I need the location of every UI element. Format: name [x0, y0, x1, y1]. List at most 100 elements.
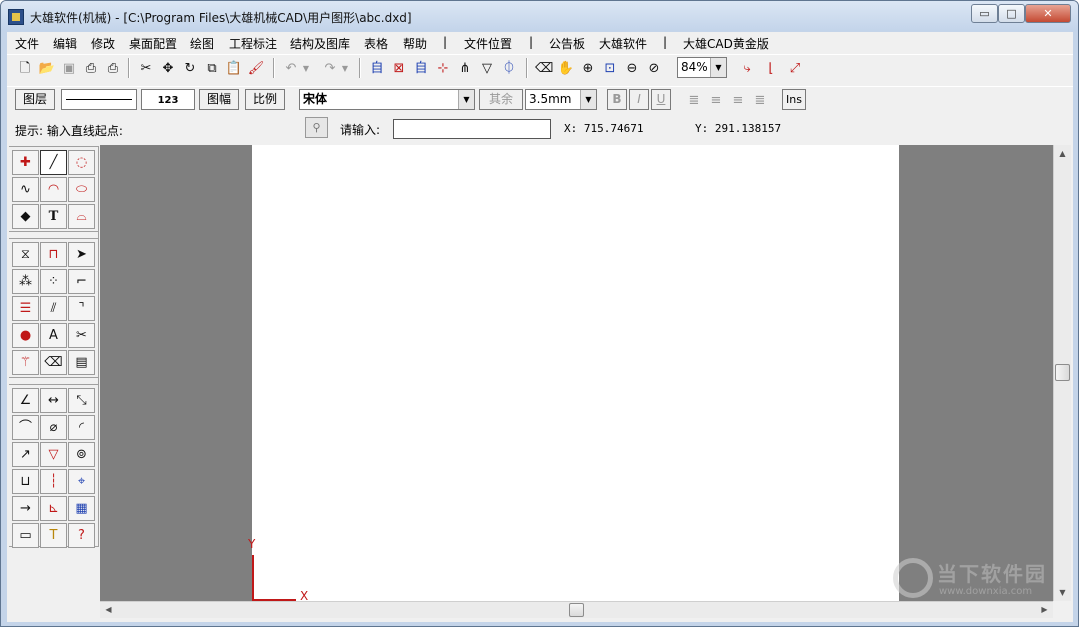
center-line-icon[interactable]: ┆: [40, 469, 67, 494]
command-input[interactable]: [393, 119, 551, 139]
table-icon[interactable]: ▦: [68, 496, 95, 521]
font-select[interactable]: 宋体 ▼: [299, 89, 475, 110]
help-icon[interactable]: ?: [68, 523, 95, 548]
arc-icon[interactable]: ◠: [40, 177, 67, 202]
redo-icon[interactable]: ↷: [320, 57, 340, 78]
line-icon[interactable]: ╱: [40, 150, 67, 175]
menu-modify[interactable]: 修改: [91, 35, 115, 52]
auto-layout-icon[interactable]: ⊠: [389, 57, 409, 78]
zoom-realtime-icon[interactable]: ✋: [556, 57, 576, 78]
arc-dim-icon[interactable]: ⌒: [12, 415, 39, 440]
text-size-select[interactable]: 3.5mm ▼: [525, 89, 597, 110]
bolt-icon[interactable]: T: [40, 523, 67, 548]
hatch-icon[interactable]: ◆: [12, 204, 39, 229]
rotate-icon[interactable]: ↻: [180, 57, 200, 78]
tolerance-icon[interactable]: ⌖: [68, 469, 95, 494]
properties-icon[interactable]: ▤: [68, 350, 95, 375]
menu-gold-edition[interactable]: 大雄CAD黄金版: [683, 35, 769, 52]
maximize-button[interactable]: □: [998, 4, 1025, 23]
vertical-scrollbar[interactable]: ▲ ▼: [1053, 145, 1071, 601]
datum-icon[interactable]: ⊚: [68, 442, 95, 467]
insert-button[interactable]: Ins: [782, 89, 806, 110]
ellipse-icon[interactable]: ⬭: [68, 177, 95, 202]
copy-icon[interactable]: ⧉: [202, 57, 222, 78]
auto-icon[interactable]: 自: [367, 57, 387, 78]
orthogonal-icon[interactable]: ⏀: [499, 57, 519, 78]
redo-dropdown-icon[interactable]: ▼: [340, 57, 350, 78]
text-icon[interactable]: T: [40, 204, 67, 229]
auto-align-icon[interactable]: 自: [411, 57, 431, 78]
roughness-icon[interactable]: ▽: [40, 442, 67, 467]
print-preview-icon[interactable]: ⎙: [81, 57, 101, 78]
diameter-dim-icon[interactable]: ⌀: [40, 415, 67, 440]
vertical-scroll-thumb[interactable]: [1055, 364, 1070, 381]
filter-icon[interactable]: ⚲: [305, 117, 328, 138]
horizontal-scroll-thumb[interactable]: [569, 603, 584, 617]
menu-daxiong-software[interactable]: 大雄软件: [599, 35, 647, 52]
chevron-down-icon[interactable]: ▼: [458, 90, 474, 109]
minimize-button[interactable]: ▭: [971, 4, 998, 23]
bold-button[interactable]: B: [607, 89, 627, 110]
cut-icon[interactable]: ✂: [136, 57, 156, 78]
dimension-style-button[interactable]: 123: [141, 89, 195, 110]
zoom-select[interactable]: 84% ▼: [677, 57, 727, 78]
brush-icon[interactable]: 🖌: [246, 57, 266, 78]
trim-icon[interactable]: ⫽: [40, 296, 67, 321]
angle-dim-icon[interactable]: ∠: [12, 388, 39, 413]
spline-icon[interactable]: ∿: [12, 177, 39, 202]
coordinate-dim-icon[interactable]: ⊾: [40, 496, 67, 521]
menu-bulletin[interactable]: 公告板: [549, 35, 585, 52]
pan-icon[interactable]: ✥: [158, 57, 178, 78]
eraser-icon[interactable]: ⌫: [40, 350, 67, 375]
polygon-arc-icon[interactable]: ⌓: [68, 204, 95, 229]
erase-icon[interactable]: ⌫: [534, 57, 554, 78]
undo-dropdown-icon[interactable]: ▼: [301, 57, 311, 78]
rectangle-icon[interactable]: ▭: [12, 523, 39, 548]
boolean-icon[interactable]: ●: [12, 323, 39, 348]
scroll-left-icon[interactable]: ◀: [100, 602, 117, 618]
aligned-dim-icon[interactable]: ⤡: [68, 388, 95, 413]
scroll-up-icon[interactable]: ▲: [1054, 145, 1071, 162]
drawing-workspace[interactable]: Y X: [100, 145, 1053, 603]
align-center-icon[interactable]: ≣: [750, 89, 770, 110]
align-justify-icon[interactable]: ≣: [684, 89, 704, 110]
offset-icon[interactable]: ⊓: [40, 242, 67, 267]
drawing-paper[interactable]: Y X: [248, 145, 899, 603]
ucs-origin-icon[interactable]: ⌊: [761, 57, 781, 78]
circle-icon[interactable]: ◌: [68, 150, 95, 175]
snap-point-icon[interactable]: ⊹: [433, 57, 453, 78]
fillet-icon[interactable]: ⌝: [68, 296, 95, 321]
break-icon[interactable]: ✂: [68, 323, 95, 348]
sheet-size-button[interactable]: 图幅: [199, 89, 239, 110]
menu-dimension[interactable]: 工程标注: [229, 35, 277, 52]
circular-array-icon[interactable]: ⁘: [40, 269, 67, 294]
title-bar[interactable]: 大雄软件(机械) - [C:\Program Files\大雄机械CAD\用户图…: [1, 1, 1078, 31]
open-file-icon[interactable]: 📂: [37, 57, 57, 78]
layer-colors-icon[interactable]: ☰: [12, 296, 39, 321]
chevron-down-icon[interactable]: ▼: [710, 58, 726, 77]
mirror-icon[interactable]: ⧖: [12, 242, 39, 267]
radius-dim-icon[interactable]: ◜: [68, 415, 95, 440]
text-scale-icon[interactable]: A: [40, 323, 67, 348]
menu-help[interactable]: 帮助: [403, 35, 427, 52]
paste-icon[interactable]: 📋: [224, 57, 244, 78]
new-file-icon[interactable]: 🗋: [15, 57, 35, 78]
array-icon[interactable]: ⁂: [12, 269, 39, 294]
arrow-icon[interactable]: →: [12, 496, 39, 521]
menu-draw[interactable]: 绘图: [190, 35, 214, 52]
other-button[interactable]: 其余: [479, 89, 523, 110]
menu-desktop-config[interactable]: 桌面配置: [129, 35, 177, 52]
scale-button[interactable]: 比例: [245, 89, 285, 110]
magic-wand-icon[interactable]: ⚚: [12, 350, 39, 375]
menu-file[interactable]: 文件: [15, 35, 39, 52]
close-button[interactable]: ✕: [1025, 4, 1071, 23]
zoom-out-icon[interactable]: ⊖: [622, 57, 642, 78]
app-icon[interactable]: [8, 9, 24, 25]
underline-button[interactable]: U: [651, 89, 671, 110]
chevron-down-icon[interactable]: ▼: [580, 90, 596, 109]
menu-table[interactable]: 表格: [364, 35, 388, 52]
filter-funnel-icon[interactable]: ▽: [477, 57, 497, 78]
italic-button[interactable]: I: [629, 89, 649, 110]
select-pointer-icon[interactable]: ➤: [68, 242, 95, 267]
save-icon[interactable]: ▣: [59, 57, 79, 78]
